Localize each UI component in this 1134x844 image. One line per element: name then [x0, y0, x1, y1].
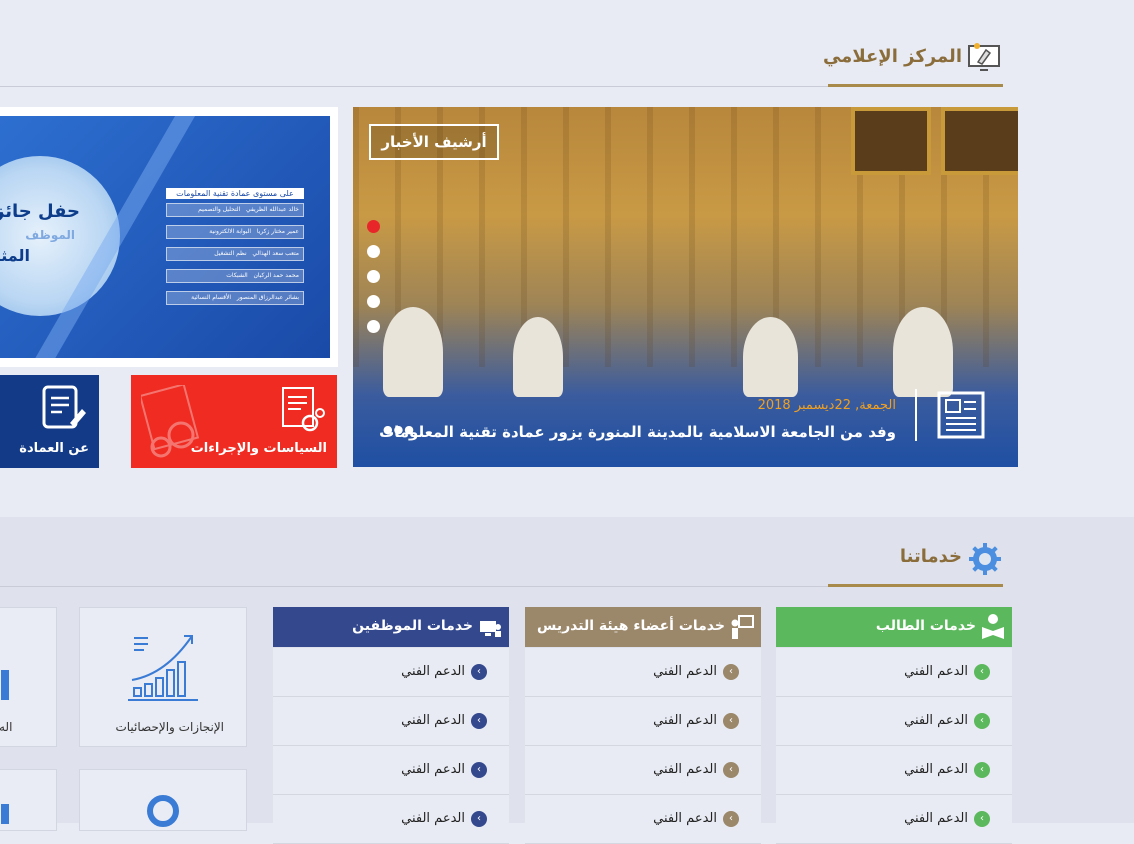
partial-icon — [1, 670, 9, 700]
list-item[interactable]: ‹ الدعم الفني — [273, 746, 509, 795]
chevron-left-icon: ‹ — [723, 762, 739, 778]
slide-person — [383, 307, 443, 397]
list-item[interactable]: ‹ الدعم الفني — [776, 795, 1012, 844]
media-center-icon — [966, 42, 1002, 72]
policies-tile-label: السياسات والإجراءات — [190, 441, 327, 456]
chevron-left-icon: ‹ — [723, 664, 739, 680]
news-more-link[interactable]: ●●● — [383, 423, 415, 436]
chevron-left-icon: ‹ — [974, 713, 990, 729]
promo-row: بشائر عبدالرزاق المنصور الأقسام النسائية — [166, 291, 304, 305]
list-item[interactable]: ‹ الدعم الفني — [273, 648, 509, 697]
title-underline — [828, 84, 1003, 87]
chevron-left-icon: ‹ — [974, 762, 990, 778]
chevron-left-icon: ‹ — [723, 811, 739, 827]
news-divider — [915, 389, 917, 441]
slider-dot-2[interactable] — [367, 245, 380, 258]
slide-portrait-1 — [851, 107, 931, 175]
chevron-left-icon: ‹ — [471, 811, 487, 827]
list-item[interactable]: ‹ الدعم الفني — [273, 697, 509, 746]
about-tile[interactable]: عن العمادة — [0, 375, 99, 468]
chevron-left-icon: ‹ — [471, 664, 487, 680]
promo-card[interactable]: حفل جائزة الموظف المثالي على مستوى عمادة… — [0, 107, 338, 367]
promo-title: حفل جائزة — [0, 201, 80, 222]
list-item[interactable]: ‹ الدعم الفني — [525, 746, 761, 795]
promo-row: متعب سعد الهذالي نظم التشغيل — [166, 247, 304, 261]
media-center-title: المركز الإعلامي — [822, 46, 962, 67]
chevron-left-icon: ‹ — [471, 713, 487, 729]
slider-dot-3[interactable] — [367, 270, 380, 283]
slider-dot-4[interactable] — [367, 295, 380, 308]
list-item[interactable]: ‹ الدعم الفني — [525, 697, 761, 746]
promo-row: عمير مختار زكريا البوابة الالكترونية — [166, 225, 304, 239]
promo-subtitle: المثالي — [0, 246, 30, 265]
employee-desk-icon — [477, 613, 503, 641]
promo-list: على مستوى عمادة تقنية المعلومات خالد عبد… — [166, 188, 304, 313]
partial-card[interactable]: اله — [0, 607, 57, 747]
employee-services-header[interactable]: خدمات الموظفين — [273, 607, 509, 647]
list-item[interactable]: ‹ الدعم الفني — [525, 648, 761, 697]
list-item[interactable]: ‹ الدعم الفني — [776, 746, 1012, 795]
service-card[interactable] — [79, 769, 247, 831]
news-date: الجمعة, 22ديسمبر 2018 — [757, 398, 896, 413]
student-services-title: خدمات الطالب — [875, 618, 976, 634]
gear-icon — [968, 542, 1002, 576]
student-reading-icon — [980, 613, 1006, 641]
slide-person — [513, 317, 563, 397]
partial-card-label: اله — [0, 720, 13, 734]
list-item[interactable]: ‹ الدعم الفني — [273, 795, 509, 844]
slider-dot-5[interactable] — [367, 320, 380, 333]
faculty-services-title: خدمات أعضاء هيئة التدريس — [537, 618, 725, 634]
policies-tile[interactable]: السياسات والإجراءات — [131, 375, 337, 468]
partial-card[interactable] — [0, 769, 57, 831]
slide-portrait-2 — [941, 107, 1018, 175]
list-item[interactable]: ‹ الدعم الفني — [776, 697, 1012, 746]
promo-row: خالد عبدالله الظريفي التحليل والتصميم — [166, 203, 304, 217]
stats-card[interactable]: الإنجازات والإحصائيات — [79, 607, 247, 747]
chevron-left-icon: ‹ — [974, 664, 990, 680]
stats-card-label: الإنجازات والإحصائيات — [115, 720, 224, 734]
news-title[interactable]: وفد من الجامعة الاسلامية بالمدينة المنور… — [379, 423, 896, 441]
partial-icon — [1, 804, 9, 824]
promo-banner: حفل جائزة الموظف المثالي على مستوى عمادة… — [0, 116, 330, 358]
student-services-header[interactable]: خدمات الطالب — [776, 607, 1012, 647]
list-item[interactable]: ‹ الدعم الفني — [525, 795, 761, 844]
document-edit-icon — [40, 383, 90, 433]
employee-services-column: خدمات الموظفين ‹ الدعم الفني ‹ الدعم الفني… — [273, 607, 509, 844]
services-title: خدماتنا — [899, 546, 962, 567]
document-gear-icon — [277, 385, 327, 435]
student-services-column: خدمات الطالب ‹ الدعم الفني ‹ الدعم الفني ‹… — [776, 607, 1012, 844]
news-slider[interactable]: أرشيف الأخبار الجمعة, 22ديسمبر 2018 وفد … — [353, 107, 1018, 467]
chevron-left-icon: ‹ — [471, 762, 487, 778]
employee-services-title: خدمات الموظفين — [352, 618, 473, 634]
slide-person — [893, 307, 953, 397]
news-archive-button[interactable]: أرشيف الأخبار — [369, 124, 499, 160]
slide-person — [743, 317, 798, 397]
promo-subtitle: الموظف — [25, 228, 75, 242]
about-tile-label: عن العمادة — [19, 441, 89, 456]
promo-list-heading: على مستوى عمادة تقنية المعلومات — [166, 188, 304, 199]
promo-row: محمد حمد الركبان الشبكات — [166, 269, 304, 283]
faculty-services-column: خدمات أعضاء هيئة التدريس ‹ الدعم الفني ‹ ا… — [525, 607, 761, 844]
bar-chart-growth-icon — [126, 630, 200, 702]
slider-dot-1[interactable] — [367, 220, 380, 233]
chevron-left-icon: ‹ — [974, 811, 990, 827]
faculty-services-header[interactable]: خدمات أعضاء هيئة التدريس — [525, 607, 761, 647]
list-item[interactable]: ‹ الدعم الفني — [776, 648, 1012, 697]
chevron-left-icon: ‹ — [723, 713, 739, 729]
teacher-board-icon — [729, 613, 755, 641]
title-underline — [828, 584, 1003, 587]
newspaper-icon — [933, 387, 989, 443]
